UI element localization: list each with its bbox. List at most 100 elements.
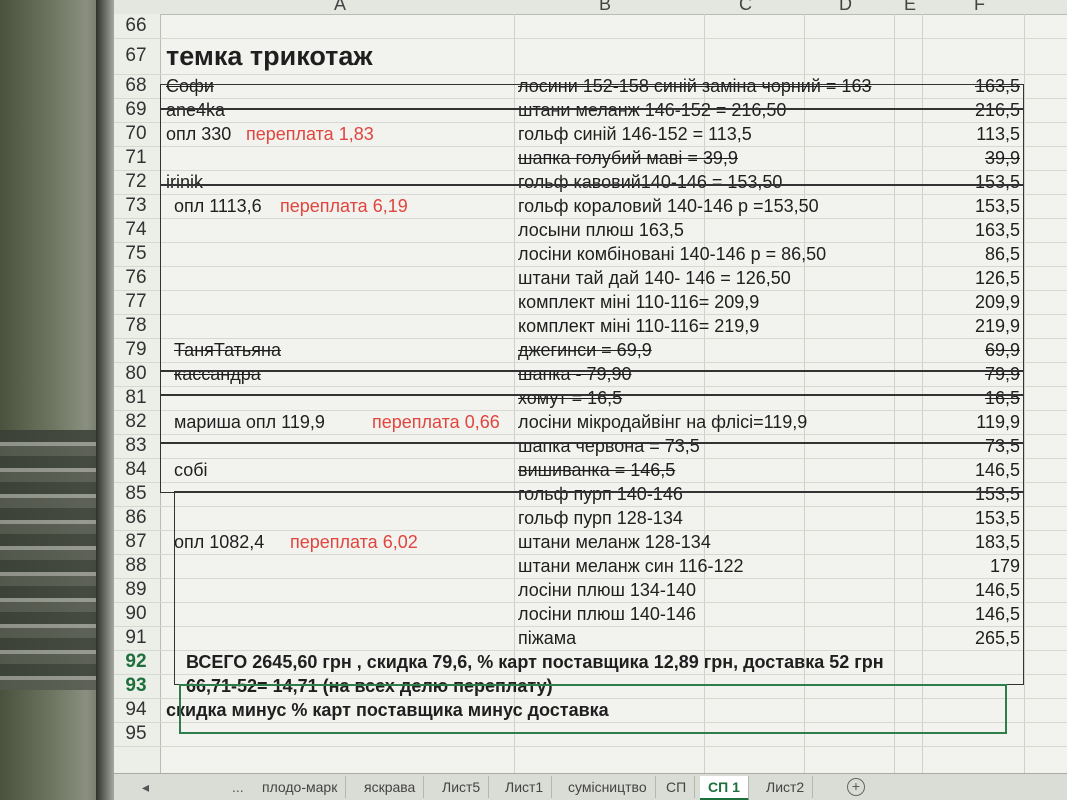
cell-b[interactable]: штани меланж 146-152 = 216,50 xyxy=(518,98,786,122)
cell-b[interactable]: джегинси = 69,9 xyxy=(518,338,652,362)
tab-ellipsis-button[interactable]: ... xyxy=(232,776,244,798)
cell-f[interactable]: 119,9 xyxy=(904,410,1020,434)
cell-a[interactable]: 66,71-52= 14,71 (на всех делю переплату) xyxy=(186,674,553,698)
row-number[interactable]: 86 xyxy=(114,506,158,530)
row-number[interactable]: 82 xyxy=(114,410,158,434)
cell-b[interactable]: гольф пурп 140-146 xyxy=(518,482,683,506)
cell-b[interactable]: лосини 152-158 синій заміна чорний = 163 xyxy=(518,74,871,98)
tab-lyst5[interactable]: Лист5 xyxy=(434,776,490,798)
column-header-d[interactable]: D xyxy=(839,0,852,15)
column-header-e[interactable]: E xyxy=(904,0,916,15)
cell-f[interactable]: 163,5 xyxy=(904,74,1020,98)
cell-f[interactable]: 146,5 xyxy=(904,602,1020,626)
cell-b[interactable]: лосіни плюш 134-140 xyxy=(518,578,696,602)
row-number[interactable]: 69 xyxy=(114,98,158,122)
cell-f[interactable]: 16,5 xyxy=(904,386,1020,410)
row-number[interactable]: 71 xyxy=(114,146,158,170)
cell-f[interactable]: 39,9 xyxy=(904,146,1020,170)
row-number[interactable]: 76 xyxy=(114,266,158,290)
cell-a[interactable]: опл 330 xyxy=(166,122,231,146)
cell-f[interactable]: 153,5 xyxy=(904,194,1020,218)
cell-a[interactable]: кассандра xyxy=(174,362,261,386)
cell-b[interactable]: гольф кораловий 140-146 р =153,50 xyxy=(518,194,819,218)
cell-f[interactable]: 86,5 xyxy=(904,242,1020,266)
cell-a[interactable]: Софи xyxy=(166,74,214,98)
cell-f[interactable]: 146,5 xyxy=(904,578,1020,602)
row-number[interactable]: 74 xyxy=(114,218,158,242)
cell-f[interactable]: 219,9 xyxy=(904,314,1020,338)
row-number[interactable]: 94 xyxy=(114,698,158,722)
cell-b[interactable]: комплект міні 110-116= 219,9 xyxy=(518,314,759,338)
cell-b[interactable]: лосіни плюш 140-146 xyxy=(518,602,696,626)
cell-f[interactable]: 179 xyxy=(904,554,1020,578)
cell-f[interactable]: 126,5 xyxy=(904,266,1020,290)
row-number[interactable]: 75 xyxy=(114,242,158,266)
row-number[interactable]: 83 xyxy=(114,434,158,458)
row-number[interactable]: 70 xyxy=(114,122,158,146)
cell-b[interactable]: гольф синій 146-152 = 113,5 xyxy=(518,122,752,146)
cell-f[interactable]: 265,5 xyxy=(904,626,1020,650)
row-number[interactable]: 77 xyxy=(114,290,158,314)
row-number[interactable]: 89 xyxy=(114,578,158,602)
cell-a[interactable]: собі xyxy=(174,458,208,482)
cell-b[interactable]: комплект міні 110-116= 209,9 xyxy=(518,290,759,314)
column-header-a[interactable]: A xyxy=(334,0,346,15)
row-number[interactable]: 68 xyxy=(114,74,158,98)
cell-a[interactable]: опл 1082,4 xyxy=(174,530,264,554)
cell-f[interactable]: 163,5 xyxy=(904,218,1020,242)
cell-b[interactable]: хомут = 16,5 xyxy=(518,386,622,410)
cell-a[interactable]: ane4ka xyxy=(166,98,225,122)
column-header-f[interactable]: F xyxy=(974,0,985,15)
row-number[interactable]: 72 xyxy=(114,170,158,194)
cell-f[interactable]: 153,5 xyxy=(904,506,1020,530)
cell-f[interactable]: 73,5 xyxy=(904,434,1020,458)
cell-b[interactable]: лосіни мікродайвінг на флісі=119,9 xyxy=(518,410,807,434)
row-number[interactable]: 93 xyxy=(114,674,158,698)
cell-f[interactable]: 153,5 xyxy=(904,170,1020,194)
cell-b[interactable]: штани меланж син 116-122 xyxy=(518,554,744,578)
tab-lyst2[interactable]: Лист2 xyxy=(758,776,814,798)
row-number[interactable]: 95 xyxy=(114,722,158,746)
row-number[interactable]: 81 xyxy=(114,386,158,410)
cell-b[interactable]: шапка червона = 73,5 xyxy=(518,434,700,458)
cell-b[interactable]: штани тай дай 140- 146 = 126,50 xyxy=(518,266,791,290)
row-number[interactable]: 66 xyxy=(114,14,158,38)
cell-f[interactable]: 183,5 xyxy=(904,530,1020,554)
tab-sumisnytstvo[interactable]: сумісництво xyxy=(560,776,656,798)
row-number[interactable]: 67 xyxy=(114,38,158,74)
cell-f[interactable]: 113,5 xyxy=(904,122,1020,146)
cell-f[interactable]: 146,5 xyxy=(904,458,1020,482)
row-number[interactable]: 90 xyxy=(114,602,158,626)
row-number[interactable]: 87 xyxy=(114,530,158,554)
cell-b[interactable]: піжама xyxy=(518,626,576,650)
cell-a[interactable]: ТаняТатьяна xyxy=(174,338,281,362)
tab-sp[interactable]: СП xyxy=(658,776,696,798)
column-header-c[interactable]: C xyxy=(739,0,752,15)
row-number[interactable]: 73 xyxy=(114,194,158,218)
add-sheet-button[interactable]: + xyxy=(847,778,865,796)
cell-b[interactable]: шапка - 79,90 xyxy=(518,362,632,386)
cell-a[interactable]: ВСЕГО 2645,60 грн , скидка 79,6, % карт … xyxy=(186,650,884,674)
row-number[interactable]: 92 xyxy=(114,650,158,674)
cell-b[interactable]: гольф кавовий140-146 = 153,50 xyxy=(518,170,782,194)
cell-b[interactable]: вишиванка = 146,5 xyxy=(518,458,675,482)
cell-a[interactable]: опл 1113,6 xyxy=(174,194,262,218)
row-number[interactable]: 88 xyxy=(114,554,158,578)
row-number[interactable]: 84 xyxy=(114,458,158,482)
cell-a[interactable]: скидка минус % карт поставщика минус дос… xyxy=(166,698,609,722)
tab-scroll-prev-button[interactable]: ◂ xyxy=(142,776,149,798)
cell-b[interactable]: штани меланж 128-134 xyxy=(518,530,711,554)
cell-a[interactable]: мариша опл 119,9 xyxy=(174,410,325,434)
column-header-b[interactable]: B xyxy=(599,0,611,15)
cell-f[interactable]: 209,9 xyxy=(904,290,1020,314)
tab-lyst1[interactable]: Лист1 xyxy=(497,776,553,798)
row-number[interactable]: 85 xyxy=(114,482,158,506)
row-number[interactable]: 79 xyxy=(114,338,158,362)
cell-f[interactable]: 153,5 xyxy=(904,482,1020,506)
cell-b[interactable]: гольф пурп 128-134 xyxy=(518,506,683,530)
cell-b[interactable]: лосыни плюш 163,5 xyxy=(518,218,684,242)
row-number[interactable]: 78 xyxy=(114,314,158,338)
cell-f[interactable]: 216,5 xyxy=(904,98,1020,122)
cell-f[interactable]: 79,9 xyxy=(904,362,1020,386)
tab-plodo-mark[interactable]: плодо-марк xyxy=(254,776,347,798)
